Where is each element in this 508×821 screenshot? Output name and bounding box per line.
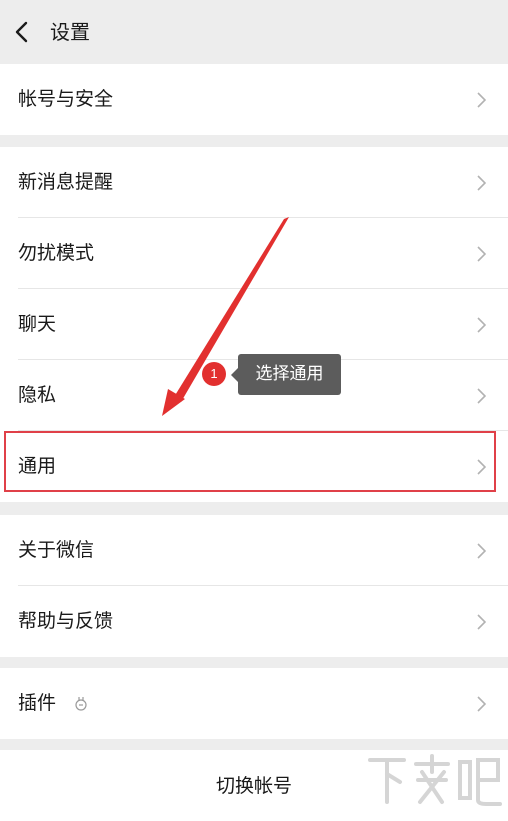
settings-group-account: 帐号与安全 (0, 64, 508, 135)
settings-item-label: 勿扰模式 (18, 242, 95, 264)
nav-header: 设置 (0, 0, 508, 64)
step-badge: 1 (202, 362, 226, 386)
page-title: 设置 (50, 20, 90, 44)
settings-item-label: 隐私 (18, 384, 57, 406)
chevron-right-icon (477, 614, 486, 630)
settings-item-label: 聊天 (18, 313, 57, 335)
settings-item-notifications[interactable]: 新消息提醒 (0, 147, 508, 218)
settings-item-label: 帐号与安全 (18, 88, 114, 110)
chevron-left-icon[interactable] (13, 20, 33, 44)
chevron-right-icon (477, 388, 486, 404)
settings-item-label: 新消息提醒 (18, 171, 114, 193)
settings-item-label: 关于微信 (18, 539, 95, 561)
chevron-right-icon (477, 317, 486, 333)
settings-item-do-not-disturb[interactable]: 勿扰模式 (0, 218, 508, 289)
tooltip-tail (231, 368, 238, 382)
settings-item-label: 插件 (18, 692, 57, 714)
plugin-icon (75, 697, 87, 711)
settings-group-plugins: 插件 (0, 668, 508, 739)
chevron-right-icon (477, 246, 486, 262)
settings-item-label: 帮助与反馈 (18, 610, 114, 632)
settings-group-about: 关于微信 帮助与反馈 (0, 515, 508, 657)
watermark-logo (368, 754, 502, 806)
settings-item-about-wechat[interactable]: 关于微信 (0, 515, 508, 586)
settings-item-help-feedback[interactable]: 帮助与反馈 (0, 586, 508, 657)
chevron-right-icon (477, 92, 486, 108)
settings-item-account-security[interactable]: 帐号与安全 (0, 64, 508, 135)
settings-item-plugins[interactable]: 插件 (0, 668, 508, 739)
highlight-box (4, 431, 496, 492)
chevron-right-icon (477, 175, 486, 191)
chevron-right-icon (477, 543, 486, 559)
annotation-tooltip: 选择通用 (238, 354, 341, 395)
chevron-right-icon (477, 696, 486, 712)
settings-item-chat[interactable]: 聊天 (0, 289, 508, 360)
